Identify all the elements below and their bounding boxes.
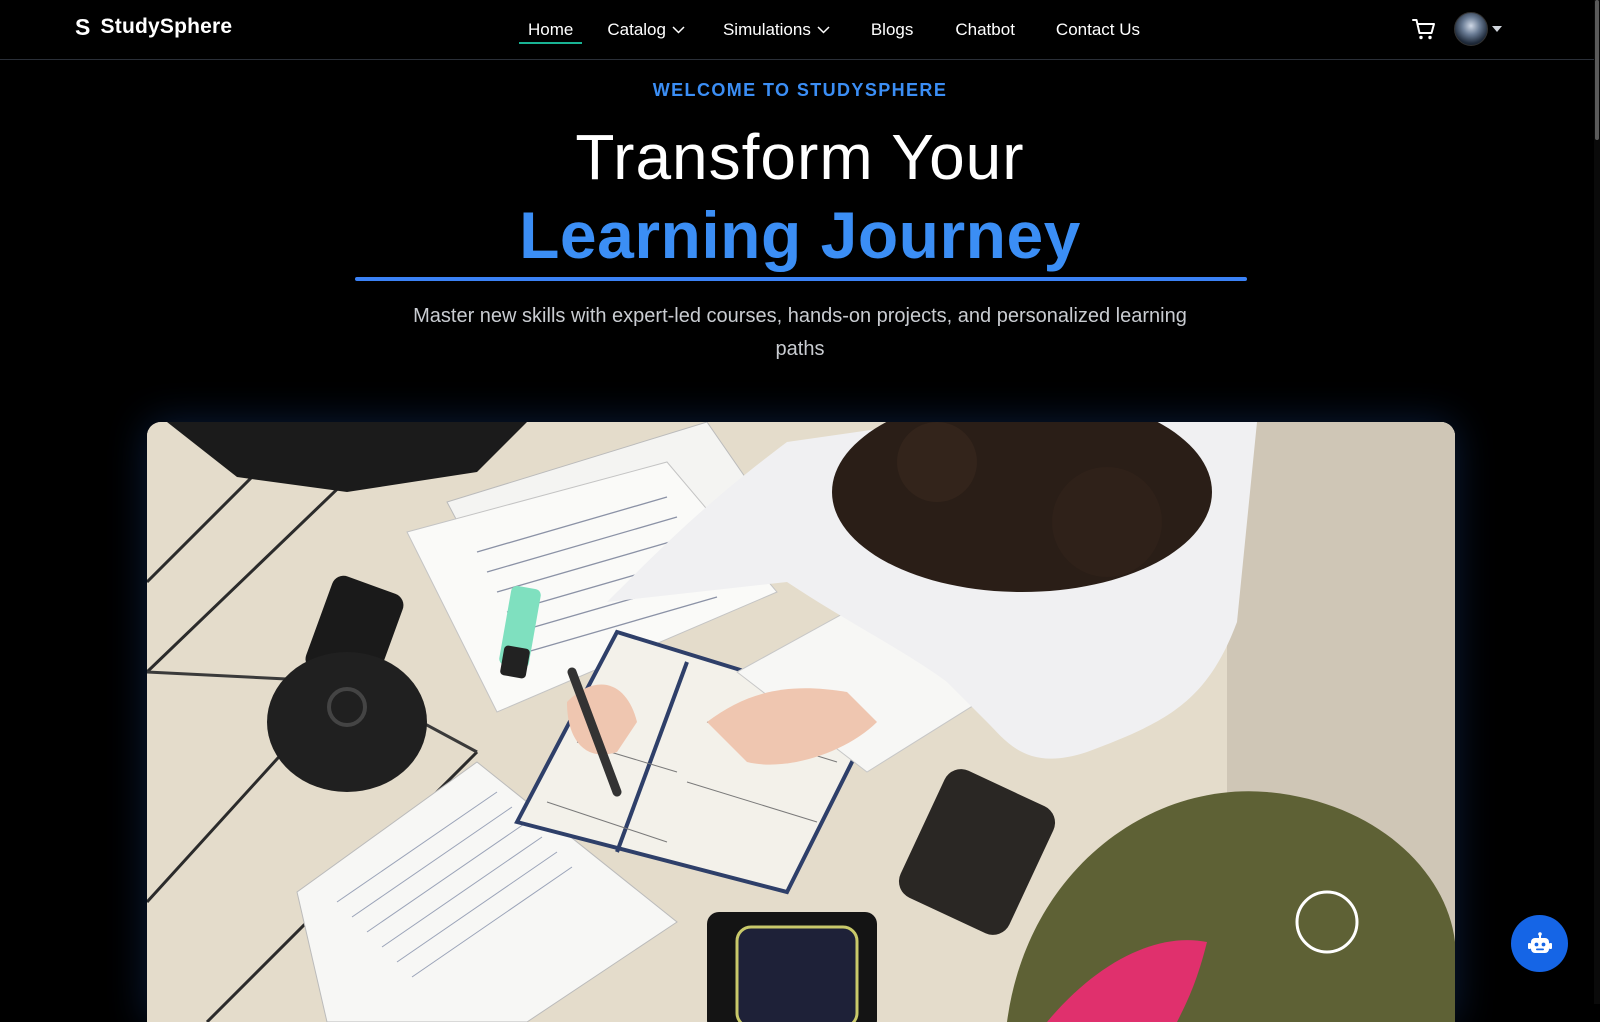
hero-video[interactable]: [147, 422, 1455, 1022]
brand-name: StudySphere: [100, 15, 233, 38]
top-navbar: S StudySphere Home Catalog Simulations B…: [0, 0, 1600, 60]
nav-item-label: Blogs: [870, 19, 914, 39]
headline-underline: [355, 277, 1247, 281]
cart-button[interactable]: [1412, 18, 1436, 40]
hero-headline-line1: Transform Your: [575, 121, 1025, 193]
robot-icon: [1527, 931, 1552, 953]
nav-item-label: Catalog: [607, 19, 666, 39]
user-avatar: [1454, 12, 1488, 46]
hero-subtitle: Master new skills with expert-led course…: [413, 305, 1187, 360]
nav-item-catalog[interactable]: Catalog: [607, 0, 685, 59]
nav-item-chatbot[interactable]: Chatbot: [955, 0, 1015, 59]
brand-logo-link[interactable]: S StudySphere: [75, 13, 232, 41]
nav-actions: [1412, 12, 1502, 46]
hero-headline-line2: Learning Journey: [519, 198, 1081, 272]
hero-image-illustration: [147, 422, 1455, 1022]
chevron-down-icon: [817, 25, 830, 34]
caret-down-icon: [1492, 26, 1502, 32]
chatbot-launcher-button[interactable]: [1511, 915, 1568, 972]
nav-item-home[interactable]: Home: [518, 0, 583, 59]
nav-item-label: Home: [528, 19, 574, 39]
profile-menu-toggle[interactable]: [1454, 12, 1502, 46]
main-nav: Home Catalog Simulations Blogs Chatbot C…: [518, 0, 1140, 59]
cart-icon: [1412, 19, 1435, 40]
nav-item-simulations[interactable]: Simulations: [723, 0, 830, 59]
hero-eyebrow: WELCOME TO STUDYSPHERE: [652, 80, 948, 100]
nav-item-contact-us[interactable]: Contact Us: [1056, 0, 1140, 59]
nav-item-label: Contact Us: [1055, 19, 1141, 39]
brand-logo-mark: S: [75, 13, 91, 40]
nav-item-blogs[interactable]: Blogs: [871, 0, 914, 59]
nav-item-label: Chatbot: [955, 19, 1015, 39]
chevron-down-icon: [672, 25, 685, 34]
nav-item-label: Simulations: [722, 19, 811, 39]
scrollbar-thumb[interactable]: [1595, 0, 1599, 140]
